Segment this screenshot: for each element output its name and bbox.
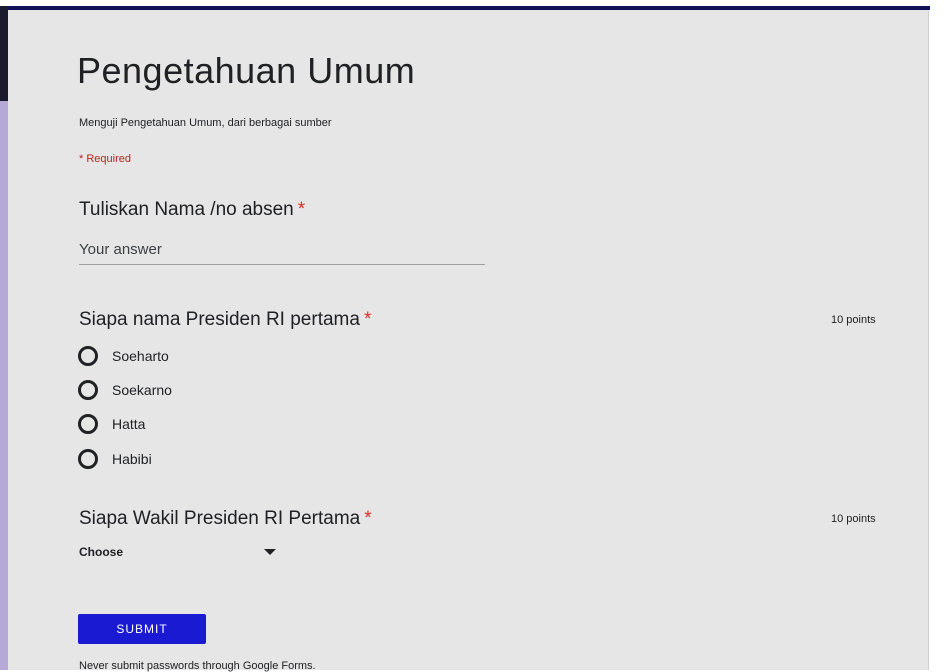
caret-down-icon[interactable]: [264, 549, 276, 555]
radio-option-label: Soeharto: [112, 348, 169, 364]
required-asterisk: *: [364, 508, 372, 529]
required-note: * Required: [79, 153, 131, 165]
browser-viewport: Pengetahuan Umum Menguji Pengetahuan Umu…: [0, 0, 951, 672]
question-president-points: 10 points: [831, 314, 876, 326]
radio-button-icon[interactable]: [78, 380, 98, 400]
radio-option-hatta[interactable]: Hatta: [78, 413, 145, 435]
question-president-text: Siapa nama Presiden RI pertama: [79, 309, 360, 330]
dropdown-selected-value: Choose: [79, 545, 124, 559]
radio-button-icon[interactable]: [78, 346, 98, 366]
form-description: Menguji Pengetahuan Umum, dari berbagai …: [79, 117, 332, 129]
left-accent-strip: [0, 101, 8, 670]
question-president-title: Siapa nama Presiden RI pertama *: [79, 309, 371, 331]
required-asterisk: *: [363, 309, 372, 330]
form-title: Pengetahuan Umum: [77, 50, 416, 91]
question-name-text: Tuliskan Nama /no absen: [79, 199, 294, 220]
required-asterisk: *: [297, 199, 306, 220]
question-vice-president-points: 10 points: [831, 513, 876, 525]
question-vice-president-text: Siapa Wakil Presiden RI Pertama: [79, 508, 361, 529]
question-name-title: Tuliskan Nama /no absen *: [79, 199, 305, 221]
left-edge-dark: [0, 6, 8, 101]
radio-option-label: Habibi: [112, 451, 152, 467]
question-vice-president-title: Siapa Wakil Presiden RI Pertama *: [79, 508, 372, 530]
vice-president-dropdown[interactable]: Choose: [79, 540, 289, 564]
radio-button-icon[interactable]: [78, 449, 98, 469]
submit-button[interactable]: SUBMIT: [78, 614, 206, 644]
radio-option-soeharto[interactable]: Soeharto: [78, 345, 169, 367]
radio-option-habibi[interactable]: Habibi: [78, 448, 152, 470]
name-answer-input[interactable]: Your answer: [79, 236, 485, 265]
password-warning: Never submit passwords through Google Fo…: [79, 660, 316, 672]
radio-option-soekarno[interactable]: Soekarno: [78, 379, 172, 401]
form-card: Pengetahuan Umum Menguji Pengetahuan Umu…: [8, 10, 929, 672]
radio-button-icon[interactable]: [78, 414, 98, 434]
radio-option-label: Soekarno: [112, 382, 172, 398]
radio-option-label: Hatta: [112, 416, 146, 432]
